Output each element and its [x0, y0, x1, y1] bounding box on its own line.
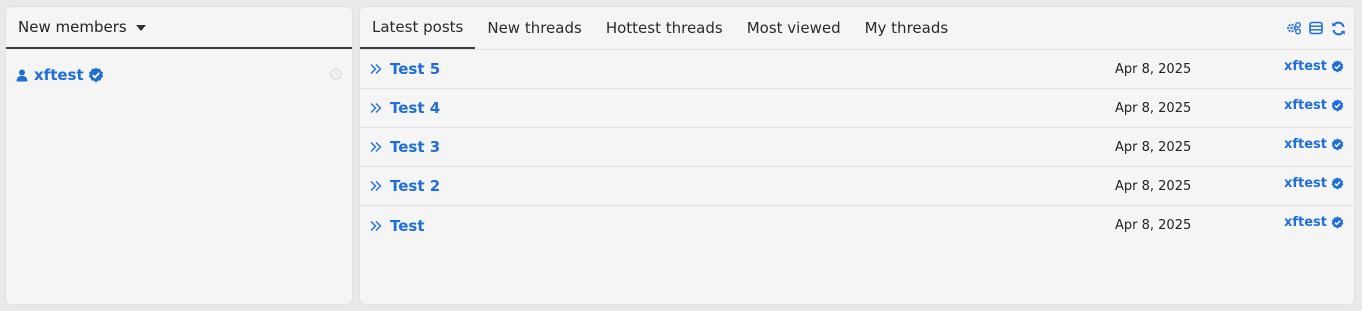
tab-most-viewed[interactable]: Most viewed [735, 7, 853, 49]
verified-badge-icon [1331, 138, 1344, 151]
settings-button[interactable] [1286, 20, 1302, 36]
caret-down-icon [135, 25, 146, 31]
thread-row: Test 5 Apr 8, 2025 xftest [360, 50, 1354, 89]
double-chevron-right-icon [370, 64, 382, 74]
thread-user-name: xftest [1283, 215, 1327, 230]
thread-row: Test 3 Apr 8, 2025 xftest [360, 128, 1354, 167]
double-chevron-right-icon [370, 142, 382, 152]
thread-user-link[interactable]: xftest [1284, 59, 1344, 74]
tab-tools [1286, 7, 1354, 49]
thread-date: Apr 8, 2025 [1115, 139, 1192, 155]
layout-icon [1309, 21, 1323, 35]
thread-title-link[interactable]: Test 2 [390, 177, 440, 195]
thread-date: Apr 8, 2025 [1115, 178, 1192, 194]
verified-badge-icon [1331, 177, 1344, 190]
clock-icon [330, 68, 342, 80]
verified-badge-icon [1331, 60, 1344, 73]
double-chevron-right-icon [370, 220, 382, 231]
tab-my-threads[interactable]: My threads [853, 7, 961, 49]
settings-icon [1287, 22, 1301, 35]
verified-badge-icon [1331, 99, 1344, 112]
thread-tabs: Latest posts New threads Hottest threads… [360, 7, 1354, 50]
new-members-dropdown[interactable]: New members [6, 7, 352, 49]
member-item: xftest [16, 65, 342, 85]
refresh-button[interactable] [1330, 20, 1346, 36]
thread-user-name: xftest [1283, 98, 1327, 113]
verified-badge-icon [88, 67, 103, 83]
double-chevron-right-icon [370, 103, 382, 113]
tab-hottest-threads[interactable]: Hottest threads [594, 7, 735, 49]
thread-row: Test 2 Apr 8, 2025 xftest [360, 167, 1354, 206]
thread-date: Apr 8, 2025 [1115, 61, 1192, 77]
thread-user-link[interactable]: xftest [1284, 176, 1344, 191]
refresh-icon [1331, 21, 1345, 35]
threads-panel: Latest posts New threads Hottest threads… [359, 6, 1355, 305]
layout-button[interactable] [1308, 20, 1324, 36]
user-icon [16, 69, 28, 81]
verified-badge-icon [1331, 216, 1344, 229]
thread-user-link[interactable]: xftest [1284, 215, 1344, 230]
thread-user-name: xftest [1283, 176, 1327, 191]
new-members-panel: New members xftest [5, 6, 353, 305]
double-chevron-right-icon [370, 181, 382, 191]
thread-row: Test 4 Apr 8, 2025 xftest [360, 89, 1354, 128]
new-members-header-label: New members [18, 18, 127, 36]
thread-title-link[interactable]: Test 5 [390, 60, 440, 78]
thread-title-link[interactable]: Test 3 [390, 138, 440, 156]
thread-title-link[interactable]: Test [390, 217, 425, 235]
tab-latest-posts[interactable]: Latest posts [360, 7, 476, 49]
thread-user-link[interactable]: xftest [1284, 98, 1344, 113]
thread-user-name: xftest [1283, 59, 1327, 74]
thread-list: Test 5 Apr 8, 2025 xftest Test 4 Apr 8, … [360, 50, 1354, 245]
thread-user-link[interactable]: xftest [1284, 137, 1344, 152]
thread-date: Apr 8, 2025 [1115, 218, 1192, 233]
thread-date: Apr 8, 2025 [1115, 100, 1192, 116]
tab-new-threads[interactable]: New threads [475, 7, 593, 49]
thread-user-name: xftest [1283, 137, 1327, 152]
member-name-link[interactable]: xftest [34, 66, 84, 84]
thread-title-link[interactable]: Test 4 [390, 99, 440, 117]
thread-row: Test Apr 8, 2025 xftest [360, 206, 1354, 245]
